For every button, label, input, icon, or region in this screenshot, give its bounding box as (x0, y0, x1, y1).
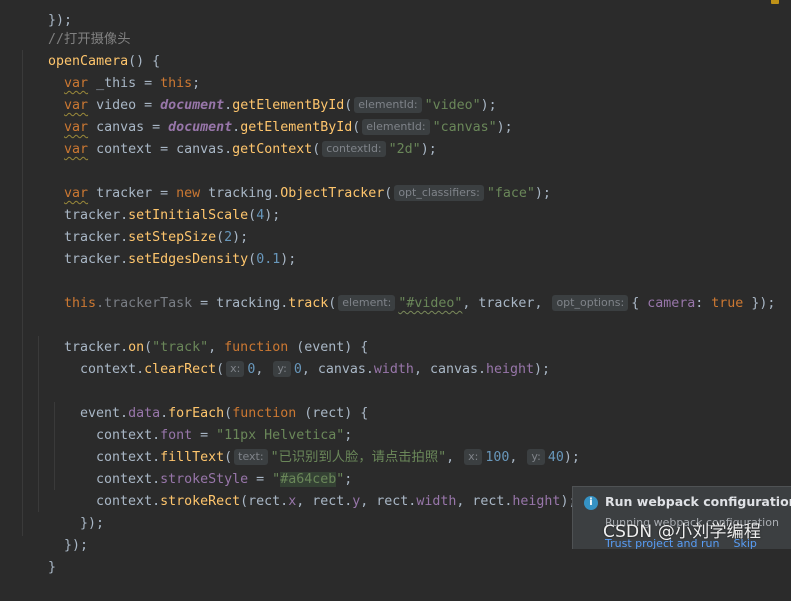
code-text: }); (64, 538, 89, 553)
boolean-literal: true (711, 296, 744, 311)
property-name: height (512, 494, 561, 509)
code-text: ); (264, 208, 281, 223)
method-name: track (288, 296, 329, 311)
info-icon: i (584, 496, 598, 510)
number-literal: 100 (485, 450, 510, 465)
code-line: context.clearRect(x: 0, y: 0, canvas.width… (48, 337, 550, 377)
code-line: context.fillText(text: "已识别到人脸，请点击拍照", x:… (64, 425, 580, 465)
code-line: } (16, 535, 56, 575)
code-text: , canvas. (413, 362, 486, 377)
code-line: var canvas = document.getElementById(ele… (32, 95, 513, 135)
code-text: , (255, 362, 272, 377)
property-name: height (486, 362, 535, 377)
parameter-hint: opt_options: (552, 295, 629, 311)
code-line: tracker.on("track", function (event) { (32, 315, 368, 355)
code-line: //打开摄像头 (16, 7, 131, 47)
code-text: ); (534, 186, 551, 201)
code-line: var context = canvas.getContext(contextI… (32, 117, 437, 157)
code-text: , (446, 450, 463, 465)
code-text: }); (743, 296, 776, 311)
code-text: context = canvas. (88, 142, 233, 157)
method-name: ObjectTracker (280, 186, 385, 201)
code-text: ); (496, 120, 513, 135)
code-text: , rect. (296, 494, 353, 509)
code-text: , (509, 450, 526, 465)
parameter-hint: y: (273, 361, 291, 377)
code-line: context.strokeStyle = "#a64ceb"; (64, 447, 352, 487)
parameter-hint: x: (226, 361, 245, 377)
code-line: this.trackerTask = tracking.track(elemen… (32, 271, 775, 311)
string-literal: "#video" (398, 296, 463, 311)
code-text: tracker. (64, 252, 129, 267)
method-name: setEdgesDensity (128, 252, 249, 267)
number-literal: 0 (293, 362, 302, 377)
code-text: ); (563, 450, 580, 465)
property-name: x (288, 494, 297, 509)
property-name: width (416, 494, 457, 509)
code-line: event.data.forEach(function (rect) { (48, 381, 368, 421)
parameter-hint: y: (527, 449, 545, 465)
code-line: }); (32, 513, 88, 553)
code-line: var video = document.getElementById(elem… (32, 73, 497, 113)
code-line: openCamera() { (16, 29, 160, 69)
code-line: }); (48, 491, 104, 531)
indent-guide (22, 50, 23, 536)
notification-title: Run webpack configuration? (605, 494, 791, 509)
code-text: , tracker, (462, 296, 551, 311)
code-text: ); (420, 142, 437, 157)
watermark: CSDN @小刘学编程 (603, 522, 762, 542)
number-literal: 4 (256, 208, 265, 223)
method-name: strokeRect (160, 494, 241, 509)
code-text: ); (534, 362, 551, 377)
code-text: : (695, 296, 712, 311)
code-text: , rect. (360, 494, 417, 509)
code-text: context. (80, 362, 145, 377)
keyword-var: var (64, 142, 89, 157)
code-line: context.font = "11px Helvetica"; (64, 403, 352, 443)
code-text: , rect. (456, 494, 513, 509)
parameter-hint: x: (464, 449, 483, 465)
method-name: getContext (232, 142, 313, 157)
parameter-hint: opt_classifiers: (394, 185, 484, 201)
property-name: width (373, 362, 414, 377)
code-text: ( (248, 208, 257, 223)
code-text: ); (280, 252, 297, 267)
code-text: ( (248, 252, 257, 267)
code-text: ( (216, 362, 225, 377)
code-text: = tracking. (192, 296, 289, 311)
property-name: camera (647, 296, 696, 311)
code-text: ( (384, 186, 393, 201)
code-line: var _this = this; (32, 51, 200, 91)
code-line: tracker.setInitialScale(4); (32, 183, 280, 223)
warning-marker[interactable] (771, 0, 779, 4)
code-line: var tracker = new tracking.ObjectTracker… (32, 161, 551, 201)
code-text: context. (96, 494, 161, 509)
property-name: .trackerTask (96, 296, 193, 311)
code-line: context.strokeRect(rect.x, rect.y, rect.… (64, 469, 576, 509)
code-line: tracker.setStepSize(2); (32, 205, 248, 245)
code-text: (rect. (240, 494, 289, 509)
number-literal: 40 (547, 450, 564, 465)
string-literal: "face" (486, 186, 535, 201)
code-editor[interactable]: }); //打开摄像头 openCamera() { var _this = t… (0, 0, 791, 575)
number-literal: 0.1 (256, 252, 281, 267)
string-literal: "2d" (388, 142, 421, 157)
method-name: clearRect (144, 362, 217, 377)
code-text: } (48, 560, 57, 575)
code-text: , canvas. (301, 362, 374, 377)
code-text: { (631, 296, 648, 311)
code-text: ( (328, 296, 337, 311)
keyword: this (64, 296, 97, 311)
string-literal: "canvas" (432, 120, 497, 135)
code-line: tracker.setEdgesDensity(0.1); (32, 227, 296, 267)
parameter-hint: element: (338, 295, 396, 311)
code-text: ( (312, 142, 321, 157)
parameter-hint: contextId: (322, 141, 386, 157)
